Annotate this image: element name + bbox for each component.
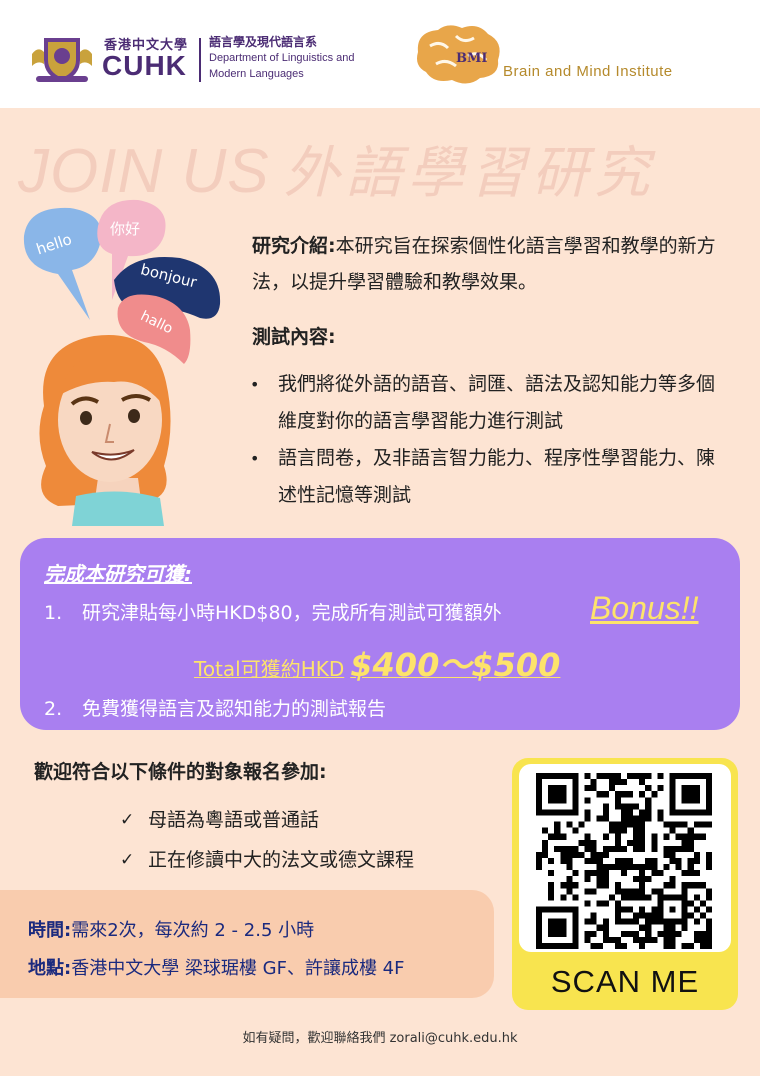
contact-footer: 如有疑問，歡迎聯絡我們 zorali@cuhk.edu.hk (242, 1031, 518, 1046)
bmi-name: Brain and Mind Institute (503, 63, 673, 80)
bmi-letters: BMI (456, 51, 487, 66)
list-item: 我們將從外語的語音、詞匯、語法及認知能力等多個維度對你的語言學習能力進行測試 (250, 366, 730, 440)
page-title-chinese: 外語學習研究 (283, 141, 656, 206)
logo-divider (199, 38, 201, 82)
benefit-number: 1. (44, 602, 63, 624)
hello-bubble: hello (23, 207, 102, 320)
list-item: 母語為粵語或普通話 (120, 800, 414, 840)
test-content-list: 我們將從外語的語音、詞匯、語法及認知能力等多個維度對你的語言學習能力進行測試 語… (250, 366, 730, 514)
benefit-text: 免費獲得語言及認知能力的測試報告 (82, 698, 387, 720)
location-value: 香港中文大學 梁球琚樓 GF、許讓成樓 4F (71, 958, 405, 979)
total-payment: Total可獲約HKD $400～$500 (194, 640, 560, 686)
eligibility-heading: 歡迎符合以下條件的對象報名參加: (34, 761, 327, 783)
department-name-cn: 語言學及現代語言系 (209, 35, 318, 49)
department-name: 語言學及現代語言系 Department of Linguistics and … (209, 34, 355, 82)
location-info: 地點:香港中文大學 梁球琚樓 GF、許讓成樓 4F (28, 954, 404, 980)
girl-figure (39, 334, 171, 526)
benefit-item-1: 1. 研究津貼每小時HKD$80，完成所有測試可獲額外 (44, 598, 502, 625)
list-item: 正在修讀中大的法文或德文課程 (120, 840, 414, 880)
cuhk-name-english: CUHK (102, 50, 187, 81)
time-label: 時間: (28, 920, 72, 941)
study-introduction: 研究介紹:本研究旨在探索個性化語言學習和教學的新方法，以提升學習體驗和教學效果。 (252, 228, 742, 300)
logistics-panel (0, 890, 494, 998)
benefit-item-2: 2. 免費獲得語言及認知能力的測試報告 (44, 694, 386, 721)
nihao-bubble-text: 你好 (110, 220, 140, 238)
list-item: 語言問卷，及非語言智力能力、程序性學習能力、陳述性記憶等測試 (250, 440, 730, 514)
department-name-en-line1: Department of Linguistics and (209, 52, 355, 64)
test-content-heading: 測試內容: (252, 326, 336, 348)
time-info: 時間:需來2次，每次約 2 - 2.5 小時 (28, 916, 314, 942)
bmi-brain-logo: BMI (417, 25, 500, 84)
qr-code[interactable] (536, 773, 712, 949)
total-range: $400～$500 (350, 646, 561, 684)
girl-speech-bubbles-illustration: hello 你好 bonjour hallo (23, 199, 221, 526)
bonus-highlight: Bonus!! (590, 590, 699, 626)
benefit-number: 2. (44, 698, 63, 720)
study-introduction-label: 研究介紹: (252, 235, 336, 257)
benefit-text: 研究津貼每小時HKD$80，完成所有測試可獲額外 (82, 602, 502, 624)
eligibility-list: 母語為粵語或普通話 正在修讀中大的法文或德文課程 (120, 800, 414, 880)
location-label: 地點: (28, 958, 72, 979)
total-label: Total可獲約HKD (194, 657, 345, 681)
benefits-heading: 完成本研究可獲: (44, 562, 192, 586)
time-value: 需來2次，每次約 2 - 2.5 小時 (71, 920, 315, 941)
department-name-en-line2: Modern Languages (209, 68, 304, 80)
scan-me-label: SCAN ME (550, 964, 700, 999)
cuhk-crest-logo (32, 38, 92, 82)
